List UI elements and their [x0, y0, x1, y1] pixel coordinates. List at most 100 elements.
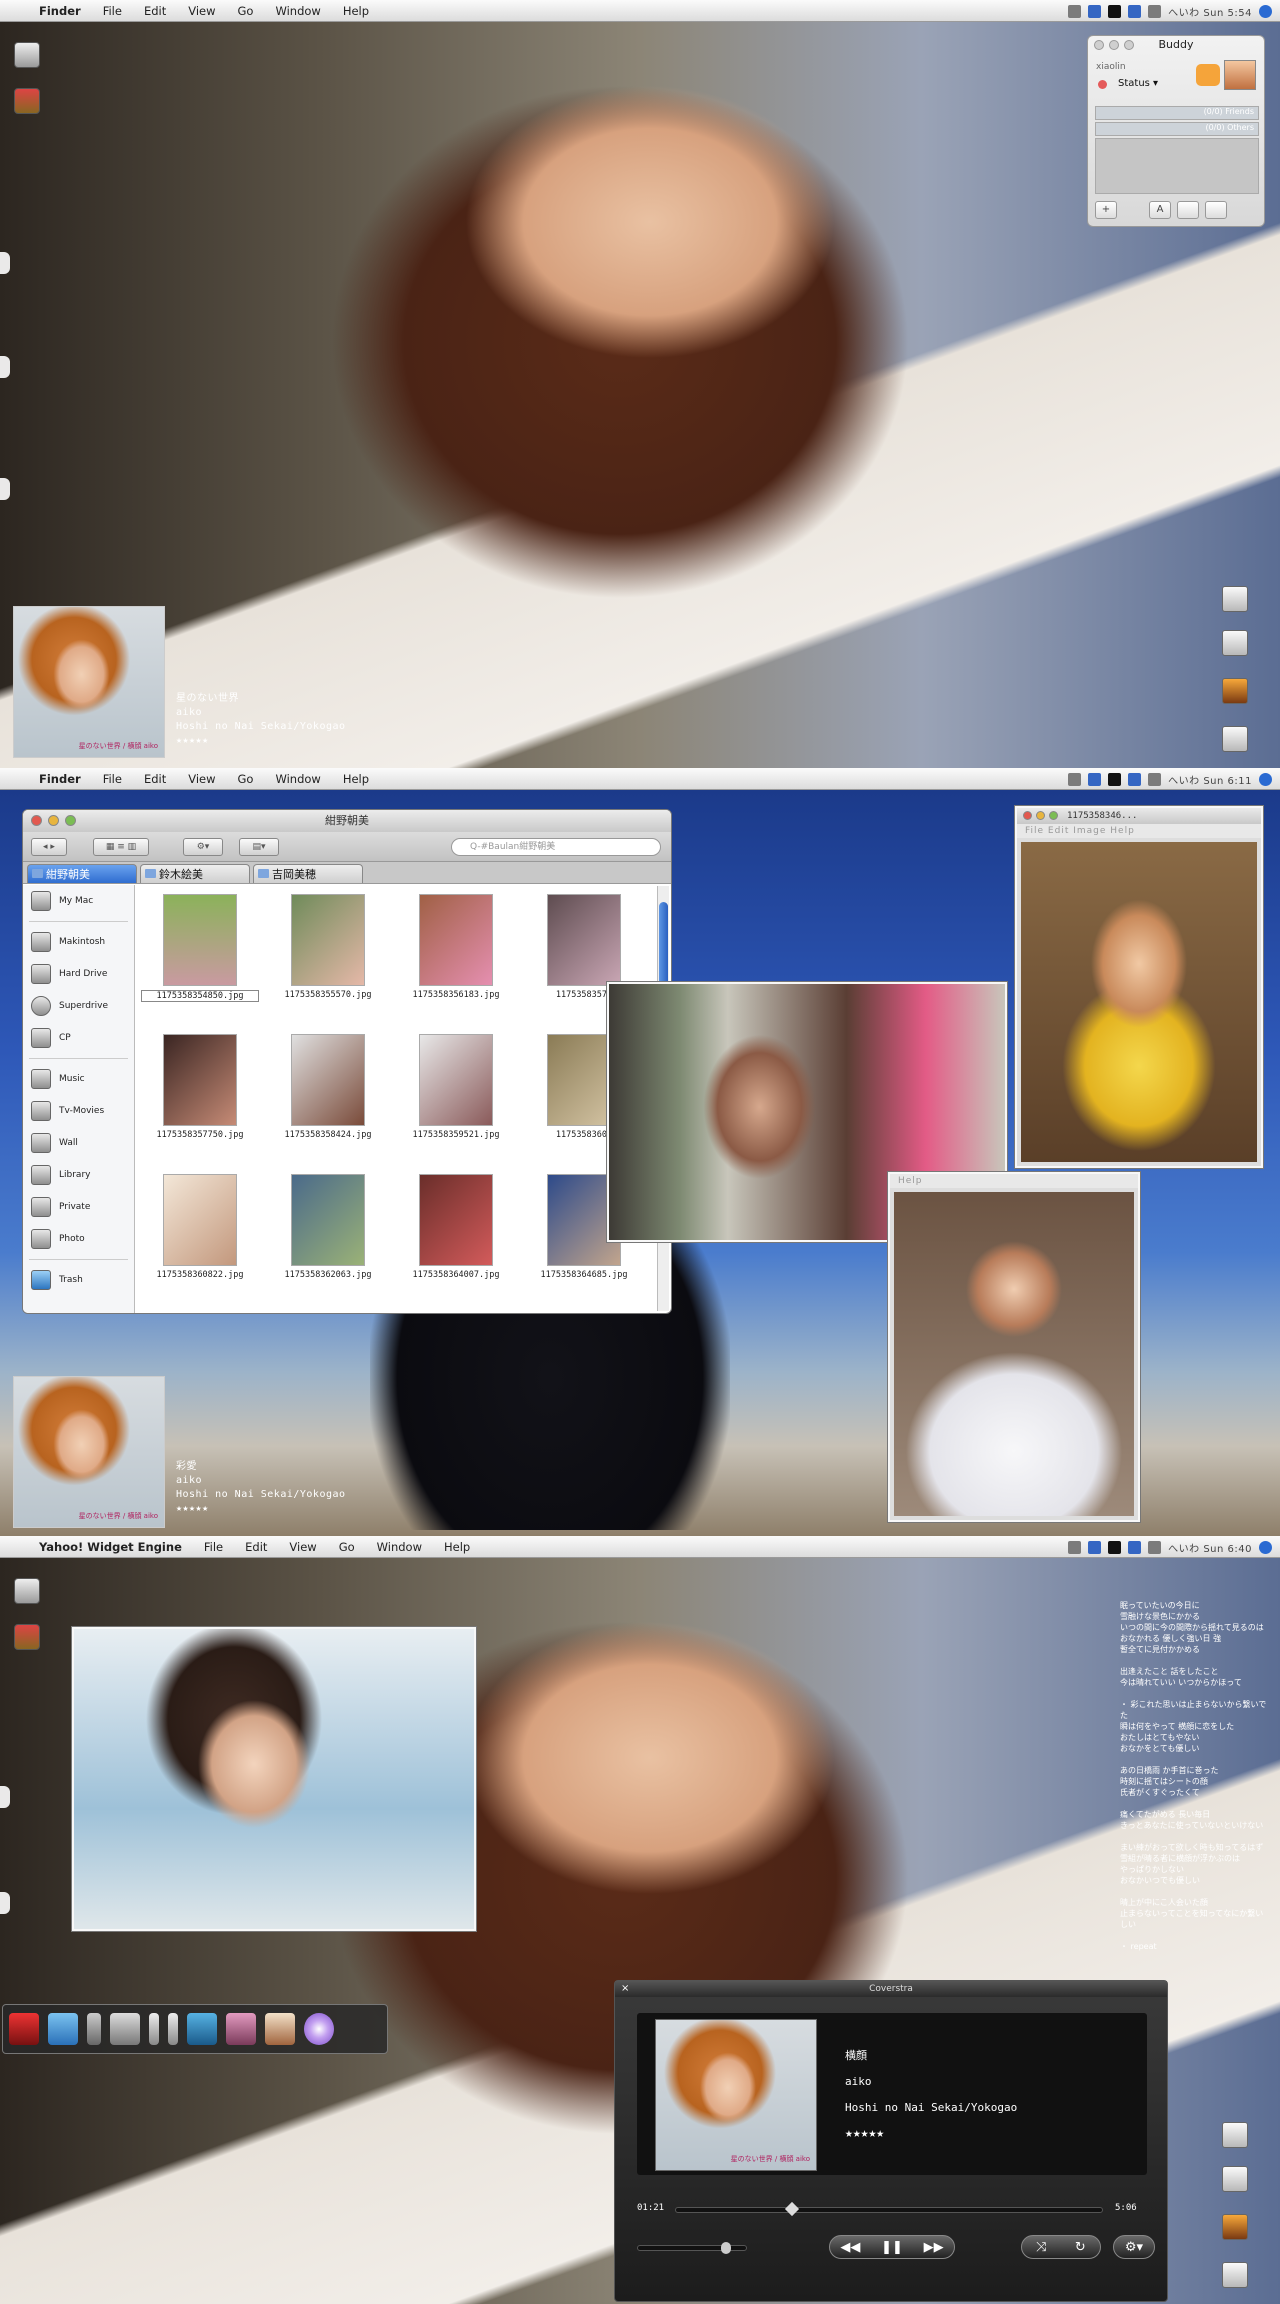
sidebar-item-cp[interactable]: CP — [23, 1022, 134, 1054]
finder-titlebar[interactable]: 紺野朝美 — [23, 810, 671, 832]
file-item[interactable]: 1175358357750.jpg — [141, 1030, 259, 1160]
menu-file[interactable]: File — [193, 1540, 234, 1554]
ipod-icon[interactable] — [1222, 2262, 1248, 2288]
photo-viewer-window[interactable]: 1175358346... File Edit Image Help — [1015, 806, 1263, 1168]
sync-icon[interactable] — [1148, 4, 1162, 18]
file-item[interactable]: 1175358354850.jpg — [141, 890, 259, 1020]
menu-finder[interactable]: Finder — [28, 4, 92, 18]
close-icon[interactable]: × — [621, 1981, 629, 1997]
zoom-button[interactable] — [65, 815, 76, 826]
sidebar-item-makintosh[interactable]: Makintosh — [23, 926, 134, 958]
menu-view[interactable]: View — [177, 772, 226, 786]
side-drawer-tab[interactable] — [0, 1892, 10, 1914]
close-button[interactable] — [1094, 40, 1104, 50]
menu-finder[interactable]: Finder — [28, 772, 92, 786]
tab-folder-2[interactable]: 鈴木絵美 — [140, 864, 250, 883]
microphone-icon[interactable] — [110, 2013, 140, 2045]
menu-window[interactable]: Window — [264, 4, 331, 18]
preview-icon[interactable] — [48, 2013, 78, 2045]
file-item[interactable]: 1175358364007.jpg — [397, 1170, 515, 1300]
zoom-button[interactable] — [1049, 811, 1058, 820]
file-item[interactable]: 1175358358424.jpg — [269, 1030, 387, 1160]
figure-icon[interactable] — [226, 2013, 256, 2045]
photo-app-icon[interactable] — [14, 1624, 40, 1650]
globe-icon[interactable] — [304, 2013, 334, 2045]
side-drawer-tab[interactable] — [0, 1786, 10, 1808]
itunes-icon[interactable] — [1088, 4, 1102, 18]
menu-go[interactable]: Go — [227, 772, 265, 786]
volume-knob[interactable] — [721, 2242, 731, 2254]
repeat-button[interactable]: ↻ — [1075, 2240, 1086, 2255]
photo-frame-widget[interactable] — [72, 1627, 476, 1931]
address-book-icon[interactable] — [1222, 630, 1248, 656]
menu-go[interactable]: Go — [227, 4, 265, 18]
chat-bubble-icon[interactable] — [1196, 64, 1220, 86]
mail-icon[interactable] — [1222, 2122, 1248, 2148]
sidebar-item-my-mac[interactable]: My Mac — [23, 885, 134, 917]
mail-icon[interactable] — [1222, 586, 1248, 612]
minimize-button[interactable] — [48, 815, 59, 826]
phone-icon[interactable] — [1068, 4, 1082, 18]
zoom-button[interactable] — [1124, 40, 1134, 50]
hard-drive-icon[interactable] — [14, 1578, 40, 1604]
phone-icon[interactable] — [1068, 772, 1082, 786]
menu-help[interactable]: Help — [433, 1540, 481, 1554]
sidebar-item-superdrive[interactable]: Superdrive — [23, 990, 134, 1022]
progress-slider[interactable] — [675, 2201, 1103, 2217]
battery-icon[interactable] — [1108, 4, 1122, 18]
minimize-button[interactable] — [1036, 811, 1045, 820]
status-dropdown[interactable]: Status ▾ — [1118, 78, 1158, 89]
menu-edit[interactable]: Edit — [133, 772, 177, 786]
audio-level-icon[interactable] — [149, 2013, 159, 2045]
sidebar-item-trash[interactable]: Trash — [23, 1264, 134, 1296]
menu-file[interactable]: File — [92, 772, 133, 786]
file-item[interactable]: 1175358356183.jpg — [397, 890, 515, 1020]
shuffle-button[interactable]: ⤨ — [1036, 2240, 1046, 2255]
menu-window[interactable]: Window — [366, 1540, 433, 1554]
photo-booth-icon[interactable] — [9, 2013, 39, 2045]
song-rating[interactable]: ★★★★★ — [176, 734, 346, 748]
menu-help[interactable]: Help — [332, 772, 380, 786]
tab-folder-3[interactable]: 吉岡美穂 — [253, 864, 363, 883]
close-button[interactable] — [31, 815, 42, 826]
file-item[interactable]: 1175358360822.jpg — [141, 1170, 259, 1300]
sidebar-item-wall[interactable]: Wall — [23, 1127, 134, 1159]
search-input[interactable]: Q-#Baulan紺野朝美 — [451, 838, 661, 856]
menu-app[interactable]: Yahoo! Widget Engine — [28, 1540, 193, 1554]
album-cover[interactable]: 星のない世界 / 横顔 aiko — [13, 606, 165, 758]
sidebar-item-library[interactable]: Library — [23, 1159, 134, 1191]
album-cover[interactable]: 星のない世界 / 横顔 aiko — [655, 2019, 817, 2171]
menu-clock[interactable]: へいわ Sun 5:54 — [1168, 4, 1252, 19]
battery-icon[interactable] — [1108, 1540, 1122, 1554]
album-cover[interactable]: 星のない世界 / 横顔 aiko — [13, 1376, 165, 1528]
track-rating[interactable]: ★★★★★ — [845, 2121, 1017, 2147]
coverflow-player[interactable]: × Coverstra 星のない世界 / 横顔 aiko 横顔 aiko Hos… — [614, 1980, 1168, 2302]
sidebar-item-music[interactable]: Music — [23, 1063, 134, 1095]
photo-app-icon[interactable] — [14, 88, 40, 114]
battery-icon[interactable] — [1108, 772, 1122, 786]
sync-icon[interactable] — [1148, 772, 1162, 786]
spotlight-icon[interactable] — [1259, 772, 1272, 786]
file-item[interactable]: 1175358362063.jpg — [269, 1170, 387, 1300]
next-button[interactable]: ▶▶ — [924, 2240, 944, 2255]
bluetooth-icon[interactable] — [1128, 772, 1142, 786]
menu-edit[interactable]: Edit — [133, 4, 177, 18]
menu-clock[interactable]: へいわ Sun 6:40 — [1168, 1540, 1252, 1555]
side-drawer-tab[interactable] — [0, 356, 10, 378]
sidebar-item-photo[interactable]: Photo — [23, 1223, 134, 1255]
viewer-menu[interactable]: File Edit Image Help — [1017, 824, 1261, 838]
video-call-icon[interactable] — [1205, 201, 1227, 219]
progress-knob[interactable] — [784, 2201, 799, 2217]
menu-go[interactable]: Go — [328, 1540, 366, 1554]
side-drawer-tab[interactable] — [0, 252, 10, 274]
photo-icon[interactable] — [265, 2013, 295, 2045]
file-item[interactable]: 1175358359521.jpg — [397, 1030, 515, 1160]
phone-icon[interactable] — [1068, 1540, 1082, 1554]
menu-view[interactable]: View — [278, 1540, 327, 1554]
menu-help[interactable]: Help — [332, 4, 380, 18]
avatar[interactable] — [1224, 60, 1256, 90]
action-gear-icon[interactable]: ⚙▾ — [183, 838, 223, 856]
volume-slider[interactable] — [637, 2242, 747, 2254]
pause-button[interactable]: ❚❚ — [881, 2240, 903, 2255]
back-forward-button[interactable]: ◂ ▸ — [31, 838, 67, 856]
